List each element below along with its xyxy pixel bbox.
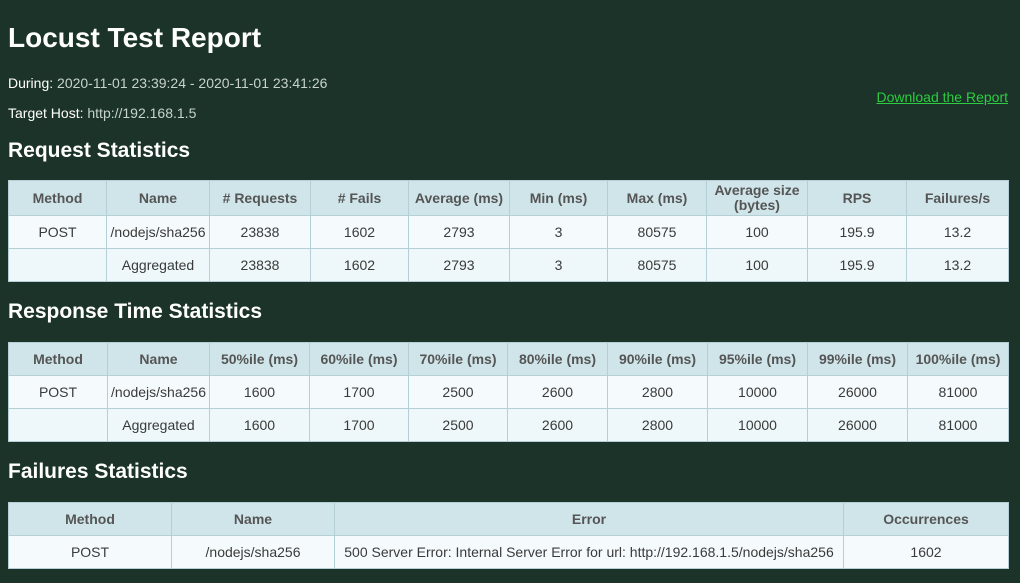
table-cell: 1700 (309, 375, 409, 409)
column-header: Min (ms) (509, 180, 608, 216)
column-header: 95%ile (ms) (707, 342, 808, 376)
table-cell: 13.2 (906, 248, 1009, 282)
column-header: Failures/s (906, 180, 1009, 216)
table-cell (8, 248, 107, 282)
response-stats-heading: Response Time Statistics (8, 300, 263, 323)
column-header: # Requests (209, 180, 311, 216)
table-cell: 80575 (607, 215, 707, 249)
table-row: Aggregated 1600 1700 2500 2600 2800 1000… (8, 408, 1009, 442)
table-cell: 3 (509, 248, 608, 282)
table-cell: 2500 (408, 375, 508, 409)
table-cell: Aggregated (107, 408, 210, 442)
table-cell: POST (8, 215, 107, 249)
column-header: Average size (bytes) (706, 180, 808, 216)
column-header: Error (334, 502, 844, 536)
table-row: Aggregated 23838 1602 2793 3 80575 100 1… (8, 248, 1009, 282)
table-cell: 1602 (310, 248, 409, 282)
table-cell: 23838 (209, 215, 311, 249)
table-cell: 2500 (408, 408, 508, 442)
table-cell: 10000 (707, 375, 808, 409)
column-header: 70%ile (ms) (408, 342, 508, 376)
table-cell: 100 (706, 248, 808, 282)
response-stats-table: Method Name 50%ile (ms) 60%ile (ms) 70%i… (8, 342, 1009, 442)
table-cell: /nodejs/sha256 (171, 535, 335, 569)
target-host: Target Host: http://192.168.1.5 (8, 104, 196, 122)
column-header: RPS (807, 180, 907, 216)
table-cell: 2800 (607, 408, 708, 442)
target-label: Target Host: (8, 105, 84, 121)
target-value: http://192.168.1.5 (87, 105, 197, 121)
table-cell: 2600 (507, 375, 608, 409)
failures-stats-table: Method Name Error Occurrences POST /node… (8, 502, 1009, 569)
column-header: 100%ile (ms) (907, 342, 1009, 376)
failures-stats-heading: Failures Statistics (8, 460, 188, 483)
table-row: POST /nodejs/sha256 23838 1602 2793 3 80… (8, 215, 1009, 249)
during-value: 2020-11-01 23:39:24 - 2020-11-01 23:41:2… (57, 75, 328, 91)
table-cell: 195.9 (807, 215, 907, 249)
test-duration: During: 2020-11-01 23:39:24 - 2020-11-01… (8, 74, 327, 92)
table-cell: 1602 (310, 215, 409, 249)
table-cell: 13.2 (906, 215, 1009, 249)
column-header: Method (8, 342, 108, 376)
column-header: 60%ile (ms) (309, 342, 409, 376)
table-cell: 26000 (807, 408, 908, 442)
table-header-row: Method Name Error Occurrences (8, 502, 1009, 536)
table-row: POST /nodejs/sha256 1600 1700 2500 2600 … (8, 375, 1009, 409)
request-stats-table: Method Name # Requests # Fails Average (… (8, 180, 1009, 282)
column-header: Name (106, 180, 210, 216)
column-header: # Fails (310, 180, 409, 216)
column-header-line: Average size (714, 182, 800, 198)
table-cell: 2793 (408, 248, 510, 282)
table-cell: 1600 (209, 375, 310, 409)
column-header: 50%ile (ms) (209, 342, 310, 376)
table-cell: 80575 (607, 248, 707, 282)
table-cell: 2800 (607, 375, 708, 409)
table-cell: POST (8, 535, 172, 569)
column-header: Average (ms) (408, 180, 510, 216)
table-cell: /nodejs/sha256 (107, 375, 210, 409)
table-cell: /nodejs/sha256 (106, 215, 210, 249)
column-header: Occurrences (843, 502, 1009, 536)
table-cell: 3 (509, 215, 608, 249)
table-cell: POST (8, 375, 108, 409)
table-cell: 1700 (309, 408, 409, 442)
table-cell: 1602 (843, 535, 1009, 569)
column-header: Name (107, 342, 210, 376)
column-header: 80%ile (ms) (507, 342, 608, 376)
table-cell: 81000 (907, 408, 1009, 442)
table-header-row: Method Name 50%ile (ms) 60%ile (ms) 70%i… (8, 342, 1009, 376)
table-cell: 23838 (209, 248, 311, 282)
column-header: Method (8, 502, 172, 536)
table-cell: 1600 (209, 408, 310, 442)
table-cell: 2600 (507, 408, 608, 442)
request-stats-heading: Request Statistics (8, 139, 191, 162)
table-cell: Aggregated (106, 248, 210, 282)
column-header: 90%ile (ms) (607, 342, 708, 376)
page-title: Locust Test Report (8, 22, 262, 53)
column-header: Method (8, 180, 107, 216)
table-cell (8, 408, 108, 442)
table-row: POST /nodejs/sha256 500 Server Error: In… (8, 535, 1009, 569)
table-cell: 500 Server Error: Internal Server Error … (334, 535, 844, 569)
during-label: During: (8, 75, 54, 91)
column-header: Name (171, 502, 335, 536)
table-cell: 10000 (707, 408, 808, 442)
column-header-line: (bytes) (734, 197, 780, 213)
download-report-link[interactable]: Download the Report (876, 89, 1008, 105)
column-header: 99%ile (ms) (807, 342, 908, 376)
table-cell: 195.9 (807, 248, 907, 282)
table-cell: 2793 (408, 215, 510, 249)
table-cell: 100 (706, 215, 808, 249)
table-cell: 81000 (907, 375, 1009, 409)
table-cell: 26000 (807, 375, 908, 409)
column-header: Max (ms) (607, 180, 707, 216)
table-header-row: Method Name # Requests # Fails Average (… (8, 180, 1009, 216)
